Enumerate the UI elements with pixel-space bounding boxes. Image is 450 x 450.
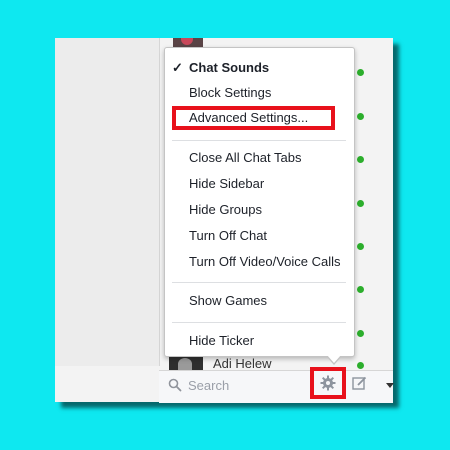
online-indicator <box>357 69 364 76</box>
search-icon <box>168 378 182 392</box>
online-indicator <box>357 286 364 293</box>
gear-icon <box>320 375 336 391</box>
menu-item-turn-off-video-voice-calls[interactable]: Turn Off Video/Voice Calls <box>189 253 341 271</box>
menu-separator <box>172 282 346 283</box>
left-pane <box>55 38 160 366</box>
online-indicator <box>357 113 364 120</box>
options-gear-button[interactable] <box>310 367 346 399</box>
menu-item-block-settings[interactable]: Block Settings <box>189 84 271 102</box>
menu-item-turn-off-chat[interactable]: Turn Off Chat <box>189 227 267 245</box>
search-input[interactable] <box>188 376 318 394</box>
menu-separator <box>172 140 346 141</box>
menu-separator <box>172 322 346 323</box>
friend-name[interactable]: Adi Helew <box>213 356 272 371</box>
advanced-settings-highlight <box>172 106 335 130</box>
menu-item-hide-sidebar[interactable]: Hide Sidebar <box>189 175 264 193</box>
online-indicator <box>357 243 364 250</box>
menu-item-hide-ticker[interactable]: Hide Ticker <box>189 332 254 350</box>
menu-item-show-games[interactable]: Show Games <box>189 292 267 310</box>
menu-item-close-all-chat-tabs[interactable]: Close All Chat Tabs <box>189 149 302 167</box>
menu-pointer <box>326 355 342 365</box>
chevron-down-icon[interactable] <box>386 383 394 388</box>
checkmark-icon: ✓ <box>172 60 183 75</box>
online-indicator <box>357 362 364 369</box>
friend-avatar-top[interactable] <box>173 38 203 47</box>
online-indicator <box>357 330 364 337</box>
online-indicator <box>357 156 364 163</box>
online-indicator <box>357 200 364 207</box>
compose-icon[interactable] <box>352 376 367 391</box>
friend-avatar[interactable] <box>169 356 203 370</box>
menu-item-hide-groups[interactable]: Hide Groups <box>189 201 262 219</box>
menu-item-chat-sounds[interactable]: Chat Sounds <box>189 59 269 77</box>
